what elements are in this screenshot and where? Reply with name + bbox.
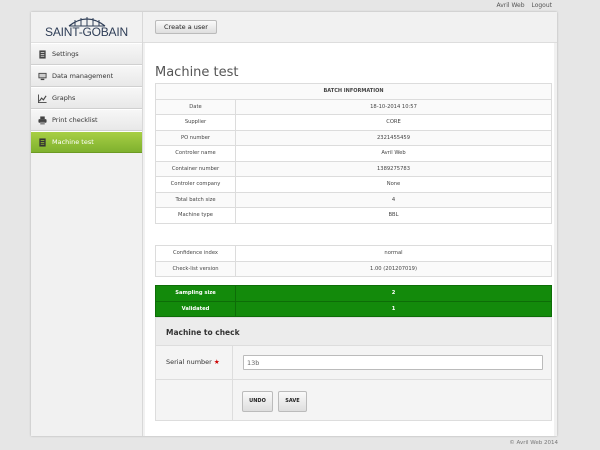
table-row: Controler company None: [155, 176, 552, 193]
sidebar-item-data-management[interactable]: Data management: [31, 65, 142, 87]
table-row: Machine type BBL: [155, 207, 552, 224]
serial-row: Serial number ★: [156, 346, 551, 380]
row-value: 4: [235, 191, 552, 208]
machine-check-panel: Machine to check Serial number ★ UNDO SA…: [155, 317, 552, 421]
undo-button[interactable]: UNDO: [242, 391, 273, 412]
line-chart-icon: [38, 93, 47, 103]
machine-check-heading: Machine to check: [156, 318, 551, 346]
logo-text: SAINT-GOBAIN: [45, 25, 128, 39]
row-value: None: [235, 176, 552, 193]
sidebar-item-machine-test[interactable]: Machine test: [31, 131, 142, 153]
page-title: Machine test: [155, 65, 239, 80]
batch-info-table: BATCH INFORMATION Date 18-10-2014 10:57 S…: [155, 83, 552, 224]
row-label: Container number: [155, 160, 236, 177]
row-value: 2: [235, 285, 552, 302]
sidebar: SAINT-GOBAIN Settings Data management Gr…: [31, 12, 143, 436]
content-panel: Machine test BATCH INFORMATION Date 18-10…: [145, 43, 554, 436]
table-row: Controler name Avril Web: [155, 145, 552, 162]
row-label: Confidence index: [155, 245, 236, 262]
table-row: Validated 1: [155, 300, 552, 317]
row-label: Date: [155, 98, 236, 115]
row-label: Controler name: [155, 145, 236, 162]
table-row: PO number 2321455459: [155, 129, 552, 146]
main-area: Create a user Machine test BATCH INFORMA…: [143, 12, 557, 436]
sidebar-item-label: Print checklist: [52, 116, 98, 124]
row-label: Check-list version: [155, 260, 236, 277]
row-value: 18-10-2014 10:57: [235, 98, 552, 115]
save-button[interactable]: SAVE: [278, 391, 307, 412]
serial-number-label: Serial number: [166, 358, 212, 366]
sidebar-nav: Settings Data management Graphs Print ch…: [31, 43, 142, 153]
sidebar-item-graphs[interactable]: Graphs: [31, 87, 142, 109]
logout-link[interactable]: Logout: [531, 2, 552, 9]
sidebar-item-label: Machine test: [52, 138, 94, 146]
row-label: Validated: [155, 300, 236, 317]
monitor-icon: [38, 72, 47, 80]
row-value: BBL: [235, 207, 552, 224]
table-row: Supplier CORE: [155, 114, 552, 131]
user-link[interactable]: Avril Web: [496, 2, 524, 9]
status-table: Sampling size 2 Validated 1: [155, 285, 552, 317]
table-row: Sampling size 2: [155, 285, 552, 302]
row-value: 1.00 (201207019): [235, 260, 552, 277]
document-icon: [39, 49, 46, 59]
row-label: Sampling size: [155, 285, 236, 302]
footer-copyright: © Avril Web 2014: [509, 440, 558, 446]
top-bar: Avril Web Logout: [0, 0, 600, 12]
row-value: normal: [235, 245, 552, 262]
table-row: Total batch size 4: [155, 191, 552, 208]
row-value: Avril Web: [235, 145, 552, 162]
required-star-icon: ★: [213, 358, 220, 366]
table-row: Check-list version 1.00 (201207019): [155, 260, 552, 277]
serial-label-group: Serial number ★: [166, 358, 220, 366]
document-icon: [39, 137, 46, 147]
serial-number-input[interactable]: [243, 355, 543, 370]
row-value: 1389275783: [235, 160, 552, 177]
row-label: Supplier: [155, 114, 236, 131]
extra-info-table: Confidence index normal Check-list versio…: [155, 245, 552, 277]
row-label: PO number: [155, 129, 236, 146]
row-value: 1: [235, 300, 552, 317]
sidebar-item-label: Graphs: [52, 94, 76, 102]
row-value: 2321455459: [235, 129, 552, 146]
table-row: Confidence index normal: [155, 245, 552, 262]
table-row: Container number 1389275783: [155, 160, 552, 177]
sidebar-item-label: Data management: [52, 72, 114, 80]
sidebar-item-label: Settings: [52, 50, 79, 58]
row-label: Machine type: [155, 207, 236, 224]
table-row: Date 18-10-2014 10:57: [155, 98, 552, 115]
saint-gobain-logo: SAINT-GOBAIN: [31, 12, 142, 43]
sidebar-item-print-checklist[interactable]: Print checklist: [31, 109, 142, 131]
create-user-button[interactable]: Create a user: [155, 20, 217, 34]
batch-info-heading: BATCH INFORMATION: [155, 83, 552, 100]
row-label: Total batch size: [155, 191, 236, 208]
sidebar-item-settings[interactable]: Settings: [31, 43, 142, 65]
row-label: Controler company: [155, 176, 236, 193]
app-frame: SAINT-GOBAIN Settings Data management Gr…: [31, 12, 557, 436]
printer-icon: [38, 115, 47, 125]
row-value: CORE: [235, 114, 552, 131]
header-toolbar: Create a user: [143, 12, 557, 43]
